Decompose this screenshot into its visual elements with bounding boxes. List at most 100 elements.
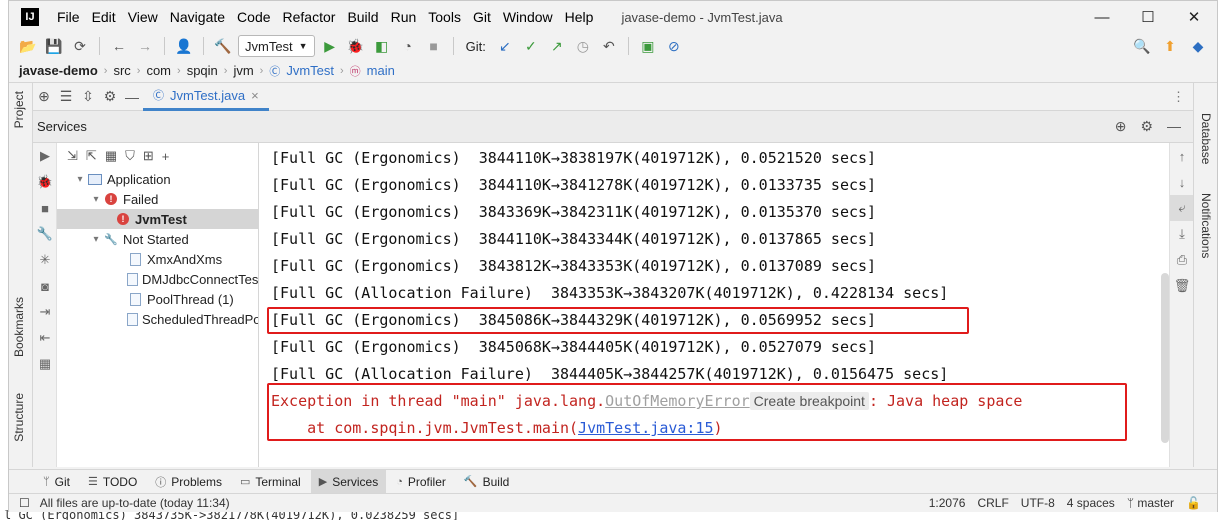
power-save-icon[interactable]: ⊘ (663, 35, 685, 57)
tree-item-not-started[interactable]: ▾ 🔧 Not Started (57, 229, 258, 249)
collapse-all-icon[interactable]: ☰ (55, 86, 77, 108)
back-arrow-icon[interactable]: ← (108, 35, 130, 57)
chevron-down-icon[interactable]: ▾ (89, 234, 103, 245)
tab-services[interactable]: ▶ Services (310, 469, 387, 494)
git-rollback-icon[interactable]: ↶ (598, 35, 620, 57)
bookmarks-tool-tab[interactable]: Bookmarks (12, 297, 26, 357)
search-icon[interactable]: 🔍 (1131, 35, 1153, 57)
breadcrumb-project[interactable]: javase-demo (19, 63, 98, 78)
close-tab-icon[interactable]: × (251, 88, 259, 103)
gear-icon[interactable]: ⚙ (99, 86, 121, 108)
stop-icon[interactable]: ■ (423, 35, 445, 57)
git-commit-icon[interactable]: ✓ (520, 35, 542, 57)
more-vertical-icon[interactable]: ⋮ (1172, 89, 1193, 105)
breadcrumb-class[interactable]: JvmTest (286, 63, 334, 78)
tree-item-failed[interactable]: ▾ ! Failed (57, 189, 258, 209)
tab-git[interactable]: ᛘ Git (35, 470, 78, 494)
forward-arrow-icon[interactable]: → (134, 35, 156, 57)
git-push-icon[interactable]: ↗ (546, 35, 568, 57)
save-icon[interactable]: 💾 (43, 35, 65, 57)
menu-view[interactable]: View (122, 9, 164, 25)
chevron-down-icon[interactable]: ▾ (89, 194, 103, 205)
tab-terminal[interactable]: ▭ Terminal (232, 470, 309, 494)
bug-icon[interactable]: ✳ (33, 247, 57, 273)
menu-run[interactable]: Run (385, 9, 423, 25)
menu-refactor[interactable]: Refactor (277, 9, 342, 25)
build-hammer-icon[interactable]: 🔨 (212, 35, 234, 57)
group-icon[interactable]: ▦ (105, 148, 117, 164)
new-tab-icon[interactable]: ⊞ (143, 148, 154, 164)
profile-icon[interactable]: ◔ (397, 35, 419, 57)
tab-jvmtest-java[interactable]: Ⓒ JvmTest.java × (143, 83, 269, 111)
database-tool-tab[interactable]: Database (1199, 113, 1213, 164)
stop-icon[interactable]: ■ (33, 195, 57, 221)
close-button[interactable]: ✕ (1171, 1, 1217, 33)
tab-profiler[interactable]: ◔ Profiler (388, 470, 454, 494)
indent-setting[interactable]: 4 spaces (1067, 496, 1115, 510)
wrench-icon[interactable]: 🔧 (33, 221, 57, 247)
console-output[interactable]: [Full GC (Ergonomics) 3844110K→3838197K(… (259, 143, 1169, 467)
breadcrumb-method[interactable]: main (367, 63, 395, 78)
soft-wrap-icon[interactable]: ⤶ (1170, 195, 1194, 221)
git-update-icon[interactable]: ↙ (494, 35, 516, 57)
menu-tools[interactable]: Tools (422, 9, 467, 25)
status-square-icon[interactable]: ☐ (19, 496, 30, 510)
maximize-button[interactable]: ☐ (1125, 1, 1171, 33)
menu-navigate[interactable]: Navigate (164, 9, 231, 25)
breadcrumb-src[interactable]: src (113, 63, 130, 78)
hide-icon[interactable]: — (1167, 118, 1181, 135)
scroll-down-icon[interactable]: ↓ (1170, 169, 1194, 195)
coverage-icon[interactable]: ◧ (371, 35, 393, 57)
lock-icon[interactable]: 🔓 (1186, 496, 1201, 510)
tree-item-dmjdbcconnecttest[interactable]: DMJdbcConnectTest (57, 269, 258, 289)
login-icon[interactable]: ⇥ (33, 299, 57, 325)
user-icon[interactable]: 👤 (173, 35, 195, 57)
git-history-icon[interactable]: ◷ (572, 35, 594, 57)
tab-todo[interactable]: ☰ TODO (80, 470, 145, 494)
chevron-down-icon[interactable]: ▾ (73, 174, 87, 185)
expand-all-icon[interactable]: ⇳ (77, 86, 99, 108)
camera-icon[interactable]: ◙ (33, 273, 57, 299)
breadcrumb-jvm[interactable]: jvm (233, 63, 253, 78)
file-encoding[interactable]: UTF-8 (1021, 496, 1055, 510)
menu-window[interactable]: Window (497, 9, 559, 25)
breadcrumb-spqin[interactable]: spqin (187, 63, 218, 78)
layout-icon[interactable]: ▦ (33, 351, 57, 377)
run-icon[interactable]: ▶ (33, 143, 57, 169)
gear-icon[interactable]: ⚙ (1140, 118, 1153, 135)
notifications-tool-tab[interactable]: Notifications (1199, 193, 1213, 258)
run-config-dropdown[interactable]: JvmTest ▼ (238, 35, 315, 57)
tab-build[interactable]: 🔨 Build (456, 470, 517, 494)
add-target-icon[interactable]: ⊕ (1115, 118, 1127, 135)
sync-icon[interactable]: ⟳ (69, 35, 91, 57)
project-tool-tab[interactable]: Project (12, 91, 26, 128)
update-icon[interactable]: ⬆ (1159, 35, 1181, 57)
debug-icon[interactable]: 🐞 (33, 169, 57, 195)
ide-logo-icon[interactable]: ◆ (1187, 35, 1209, 57)
git-branch[interactable]: ᛘ master (1127, 496, 1174, 510)
exit-icon[interactable]: ⇤ (33, 325, 57, 351)
menu-git[interactable]: Git (467, 9, 497, 25)
target-icon[interactable]: ⊕ (33, 86, 55, 108)
tree-item-application[interactable]: ▾ Application (57, 169, 258, 189)
menu-code[interactable]: Code (231, 9, 276, 25)
line-separator[interactable]: CRLF (977, 496, 1008, 510)
filter-icon[interactable]: ⛉ (125, 148, 135, 164)
structure-tool-tab[interactable]: Structure (12, 393, 26, 442)
minimize-button[interactable]: — (1079, 1, 1125, 33)
console-scrollbar[interactable] (1161, 273, 1169, 443)
expand-all-icon[interactable]: ⇲ (67, 148, 78, 164)
debug-icon[interactable]: 🐞 (345, 35, 367, 57)
open-folder-icon[interactable]: 📂 (17, 35, 39, 57)
tree-item-poolthread[interactable]: PoolThread (1) (57, 289, 258, 309)
tab-problems[interactable]: ⓘ Problems (147, 470, 230, 494)
run-icon[interactable]: ▶ (319, 35, 341, 57)
trash-icon[interactable]: 🗑 (1170, 273, 1194, 299)
menu-help[interactable]: Help (559, 9, 600, 25)
tree-item-jvmtest[interactable]: ! JvmTest (57, 209, 258, 229)
collapse-all-icon[interactable]: ⇱ (86, 148, 97, 164)
print-icon[interactable]: ⎙ (1170, 247, 1194, 273)
tree-item-scheduledthreadpool[interactable]: ScheduledThreadPoo (57, 309, 258, 329)
menu-build[interactable]: Build (341, 9, 384, 25)
menu-file[interactable]: File (51, 9, 86, 25)
